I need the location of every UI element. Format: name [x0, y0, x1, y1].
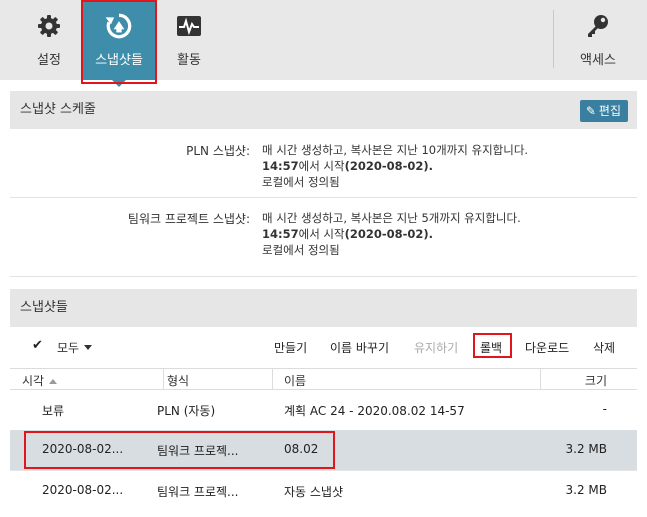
pencil-icon: ✎ — [585, 104, 596, 118]
snapshots-table-header: 시각 형식 이름 크기 — [10, 368, 637, 390]
toolbar-divider — [553, 10, 554, 68]
column-divider[interactable] — [540, 369, 541, 389]
keep-button[interactable]: 유지하기 — [414, 339, 458, 356]
tab-access-label: 액세스 — [580, 53, 616, 68]
table-row-selected[interactable]: 2020-08-02... 팀워크 프로젝... 08.02 3.2 MB — [10, 430, 637, 470]
column-divider[interactable] — [163, 369, 164, 389]
create-button[interactable]: 만들기 — [274, 339, 307, 356]
tab-snapshots[interactable]: 스냅샷들 — [83, 0, 155, 87]
divider — [10, 197, 637, 198]
snapshots-title: 스냅샷들 — [20, 300, 68, 315]
delete-button[interactable]: 삭제 — [593, 339, 615, 356]
tab-activity[interactable]: 활동 — [162, 0, 216, 80]
edit-button-label: 편집 — [598, 104, 621, 118]
main-toolbar: 설정 스냅샷들 활동 액세스 — [0, 0, 647, 87]
checkmark-icon[interactable]: ✔ — [32, 338, 43, 353]
schedule-row-label: 팀워크 프로젝트 스냅샷: — [127, 212, 250, 226]
tab-access[interactable]: 액세스 — [568, 0, 628, 80]
cell-size: - — [602, 402, 607, 416]
sort-ascending-icon — [49, 379, 58, 384]
column-header-name[interactable]: 이름 — [284, 372, 306, 389]
schedule-source: 로컬에서 정의됨 — [262, 175, 340, 189]
key-icon — [588, 15, 608, 37]
column-header-type[interactable]: 형식 — [167, 372, 189, 389]
column-header-time[interactable]: 시각 — [22, 372, 58, 389]
tab-settings[interactable]: 설정 — [22, 0, 76, 80]
cell-size: 3.2 MB — [565, 483, 607, 497]
rename-button[interactable]: 이름 바꾸기 — [330, 339, 389, 356]
download-button[interactable]: 다운로드 — [525, 339, 569, 356]
gear-icon — [38, 15, 60, 37]
schedule-start: 14:57에서 시작(2020-08-02). — [262, 227, 434, 241]
snapshot-restore-icon — [105, 13, 132, 39]
rollback-button[interactable]: 롤백 — [480, 339, 502, 356]
schedule-frequency: 매 시간 생성하고, 복사본은 지난 10개까지 유지합니다. — [262, 143, 529, 157]
cell-time: 보류 — [42, 404, 65, 418]
schedule-source: 로컬에서 정의됨 — [262, 243, 340, 257]
cell-time: 2020-08-02... — [42, 483, 124, 497]
select-all-dropdown[interactable]: 모두 — [57, 339, 79, 356]
edit-button[interactable]: ✎ 편집 — [579, 100, 628, 122]
snapshots-panel-header: 스냅샷들 — [10, 289, 637, 327]
snapshot-actions-bar: ✔ 모두 만들기 이름 바꾸기 유지하기 롤백 다운로드 삭제 — [10, 330, 637, 360]
caret-down-icon[interactable] — [84, 345, 92, 350]
tab-settings-label: 설정 — [37, 53, 61, 68]
cell-name: 자동 스냅샷 — [284, 485, 344, 499]
cell-type: 팀워크 프로젝... — [157, 485, 239, 499]
cell-size: 3.2 MB — [565, 442, 607, 456]
column-divider[interactable] — [272, 369, 273, 389]
schedule-title: 스냅샷 스케줄 — [20, 102, 96, 117]
column-header-size[interactable]: 크기 — [585, 372, 607, 389]
schedule-start: 14:57에서 시작(2020-08-02). — [262, 159, 434, 173]
schedule-row-value: 매 시간 생성하고, 복사본은 지난 5개까지 유지합니다. 14:57에서 시… — [262, 210, 521, 258]
divider — [10, 276, 637, 277]
tab-activity-label: 활동 — [177, 53, 201, 68]
cell-type: PLN (자동) — [157, 404, 216, 418]
cell-name: 08.02 — [284, 442, 319, 456]
tab-snapshots-label: 스냅샷들 — [95, 53, 143, 68]
schedule-frequency: 매 시간 생성하고, 복사본은 지난 5개까지 유지합니다. — [262, 211, 521, 225]
schedule-panel-header: 스냅샷 스케줄 ✎ 편집 — [10, 91, 637, 129]
schedule-row-value: 매 시간 생성하고, 복사본은 지난 10개까지 유지합니다. 14:57에서 … — [262, 142, 528, 190]
table-row[interactable]: 보류 PLN (자동) 계획 AC 24 - 2020.08.02 14-57 … — [10, 390, 637, 430]
cell-type: 팀워크 프로젝... — [157, 444, 239, 458]
cell-name: 계획 AC 24 - 2020.08.02 14-57 — [284, 404, 465, 418]
schedule-row-label: PLN 스냅샷: — [186, 144, 250, 158]
cell-time: 2020-08-02... — [42, 442, 124, 456]
active-tab-caret — [112, 80, 126, 87]
activity-pulse-icon — [177, 16, 201, 36]
table-row[interactable]: 2020-08-02... 팀워크 프로젝... 자동 스냅샷 3.2 MB — [10, 471, 637, 511]
